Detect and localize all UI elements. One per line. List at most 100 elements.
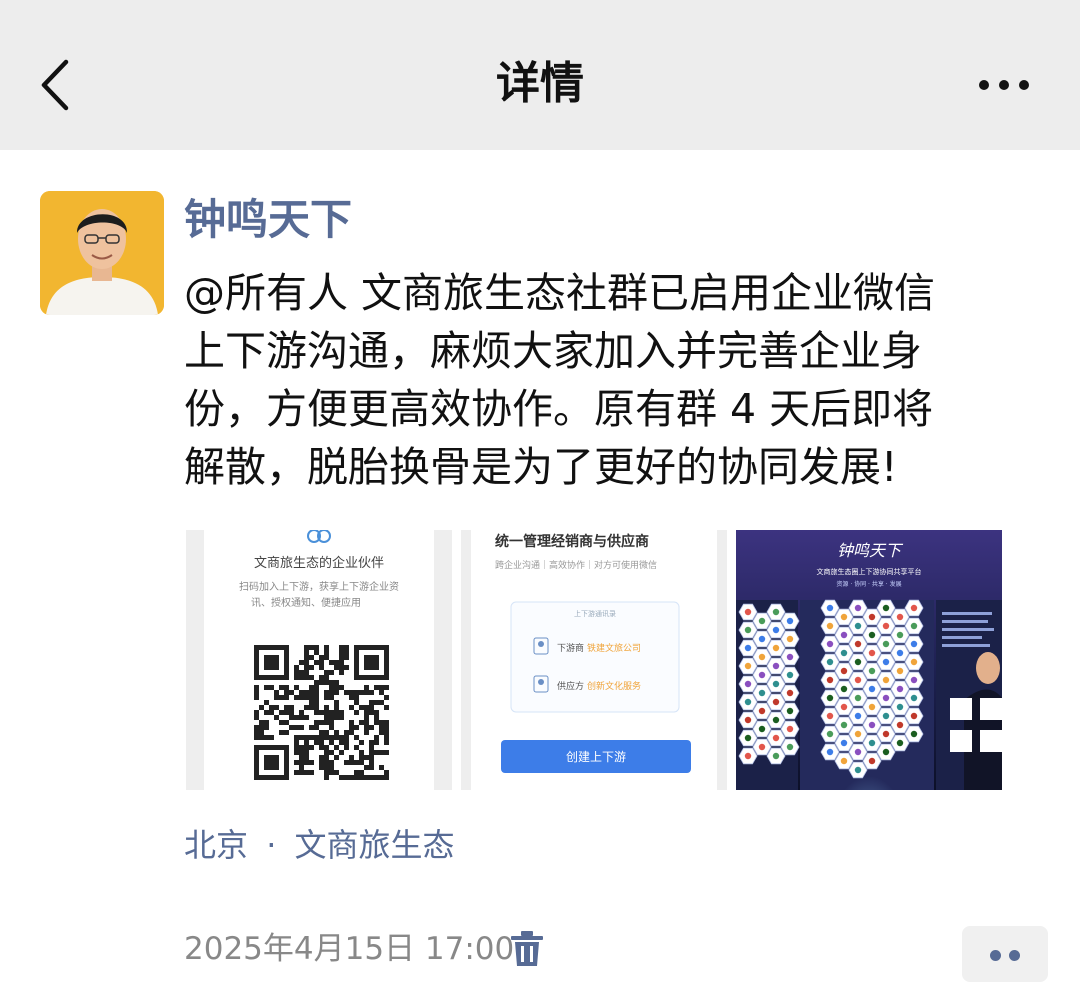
qr-module <box>289 705 294 710</box>
qr-module <box>289 690 294 695</box>
photo-event-banner[interactable]: 钟鸣天下 文商旅生态圈上下游协同共享平台 资源 · 协同 · 共享 · 发展 <box>736 530 1002 790</box>
qr-module <box>364 775 369 780</box>
location-link[interactable]: 北京 <box>184 826 248 864</box>
qr-module <box>299 755 304 760</box>
partner-logo-mark <box>910 712 918 720</box>
qr-module <box>319 740 324 745</box>
partner-logo-mark <box>786 653 794 661</box>
qr-module <box>294 725 299 730</box>
qr-module <box>269 705 274 710</box>
qr-module <box>254 645 259 650</box>
partner-logo-mark <box>772 662 780 670</box>
qr-module <box>339 645 344 650</box>
qr-module <box>374 665 379 670</box>
partner-logo-mark <box>744 698 752 706</box>
partner-logo-mark <box>758 653 766 661</box>
qr-module <box>319 760 324 765</box>
qr-module <box>319 720 324 725</box>
banner-tagline: 资源 · 协同 · 共享 · 发展 <box>836 580 901 588</box>
qr-module <box>374 750 379 755</box>
qr-module <box>304 715 309 720</box>
qr-module <box>309 735 314 740</box>
author-name[interactable]: 钟鸣天下 <box>184 188 352 252</box>
qr-module <box>284 695 289 700</box>
qr-module <box>344 655 349 660</box>
qr-module <box>374 675 379 680</box>
qr-module <box>264 660 269 665</box>
qr-module <box>349 695 354 700</box>
partner-logo-mark <box>840 739 848 747</box>
qr-module <box>339 670 344 675</box>
partner-logo-mark <box>854 766 862 774</box>
partner-logo-mark <box>786 671 794 679</box>
qr-module <box>269 685 274 690</box>
more-dots-icon[interactable] <box>972 70 1036 100</box>
qr-module <box>299 715 304 720</box>
qr-module <box>319 765 324 770</box>
qr-module <box>329 760 334 765</box>
qr-module <box>364 755 369 760</box>
topic-link[interactable]: 文商旅生态 <box>295 826 455 864</box>
qr-module <box>314 740 319 745</box>
qr-module <box>354 700 359 705</box>
partner-logo-mark <box>868 703 876 711</box>
qr-module <box>344 650 349 655</box>
qr-module <box>284 690 289 695</box>
partner-logo-mark <box>826 622 834 630</box>
partner-logo-mark <box>786 743 794 751</box>
qr-module <box>384 725 389 730</box>
qr-module <box>304 690 309 695</box>
partner-logo-mark <box>868 649 876 657</box>
comment-like-button[interactable] <box>962 926 1048 982</box>
qr-module <box>304 740 309 745</box>
partner-logo-mark <box>868 721 876 729</box>
qr-module <box>364 690 369 695</box>
partner-logo-mark <box>772 698 780 706</box>
qr-module <box>364 720 369 725</box>
qr-module <box>264 655 269 660</box>
qr-module <box>254 655 259 660</box>
qr-module <box>329 735 334 740</box>
qr-module <box>269 755 274 760</box>
qr-module <box>359 690 364 695</box>
qr-module <box>269 655 274 660</box>
person-photo <box>40 191 164 315</box>
partner-logo-mark <box>882 748 890 756</box>
qr-module <box>274 675 279 680</box>
qr-module <box>339 775 344 780</box>
partner-logo-mark <box>896 667 904 675</box>
qr-module <box>274 715 279 720</box>
poster-heading: 文商旅生态的企业伙伴 <box>254 555 384 571</box>
qr-module <box>279 675 284 680</box>
qr-module <box>384 645 389 650</box>
photo-wecom-screenshot[interactable]: 统一管理经销商与供应商 跨企业沟通｜高效协作｜对方可使用微信 上下游通讯录 下游… <box>461 530 727 790</box>
qr-module <box>304 695 309 700</box>
qr-module <box>254 715 259 720</box>
qr-module <box>354 645 359 650</box>
qr-module <box>359 775 364 780</box>
qr-module <box>304 675 309 680</box>
partner-logo-mark <box>868 613 876 621</box>
photo-qr-code[interactable]: 文商旅生态的企业伙伴 扫码加入上下游，获享上下游企业资 讯、授权通知、便捷应用 <box>186 530 452 790</box>
qr-module <box>324 690 329 695</box>
qr-module <box>364 730 369 735</box>
qr-module <box>359 755 364 760</box>
qr-module <box>284 750 289 755</box>
qr-module <box>369 655 374 660</box>
qr-module <box>344 735 349 740</box>
qr-module <box>299 750 304 755</box>
qr-module <box>374 775 379 780</box>
trash-icon[interactable] <box>510 930 544 968</box>
qr-module <box>319 665 324 670</box>
qr-module <box>284 645 289 650</box>
partner-logo-mark <box>744 680 752 688</box>
qr-module <box>359 760 364 765</box>
avatar[interactable] <box>40 191 164 315</box>
qr-module <box>259 725 264 730</box>
partner-logo-mark <box>772 626 780 634</box>
qr-module <box>344 665 349 670</box>
partner-logo-mark <box>772 734 780 742</box>
partner-logo-mark <box>826 730 834 738</box>
qr-module <box>384 705 389 710</box>
qr-module <box>334 680 339 685</box>
